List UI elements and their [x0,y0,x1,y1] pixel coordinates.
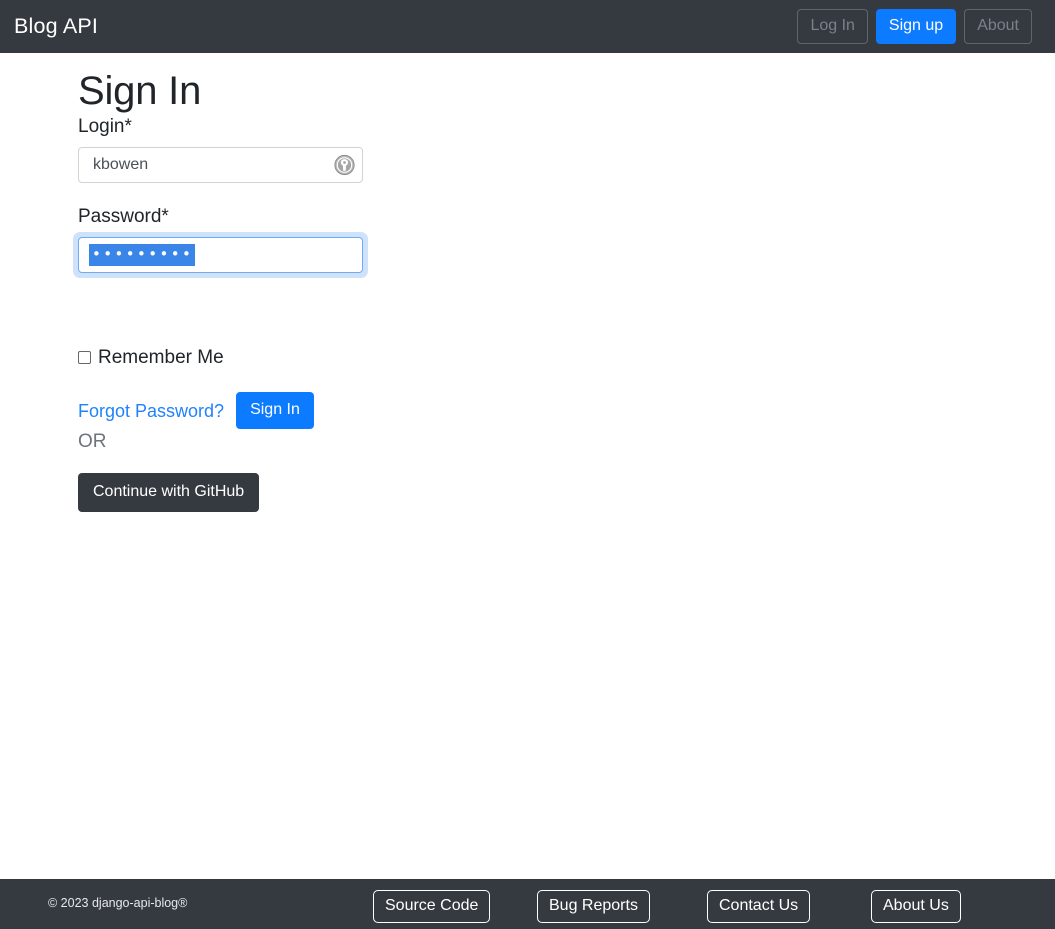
password-label: Password* [78,206,169,227]
footer: © 2023 django-api-blog® Source Code Bug … [0,879,1055,929]
brand-logo[interactable]: Blog API [14,15,98,38]
forgot-password-link[interactable]: Forgot Password? [78,402,224,420]
password-input[interactable]: ••••••••• [78,237,363,273]
remember-me-row[interactable]: Remember Me [78,348,224,367]
log-in-button[interactable]: Log In [797,9,868,44]
sign-up-button[interactable]: Sign up [875,9,957,44]
navbar: Blog API Log In Sign up About [0,0,1055,53]
about-button[interactable]: About [964,9,1032,44]
footer-copyright: © 2023 django-api-blog® [48,896,188,910]
login-input[interactable] [78,147,363,183]
password-masked-value: ••••••••• [89,244,196,266]
source-code-button[interactable]: Source Code [373,890,491,923]
sign-in-submit-button[interactable]: Sign In [236,392,314,429]
login-input-row [78,147,363,183]
field-spacer [78,183,378,207]
or-divider: OR [78,431,107,452]
key-circle-icon[interactable] [334,154,355,176]
password-input-row: ••••••••• [73,232,368,278]
login-label: Login* [78,116,132,137]
navbar-actions: Log In Sign up About [797,9,1041,44]
remember-me-checkbox[interactable] [78,351,91,364]
continue-with-github-button[interactable]: Continue with GitHub [78,473,260,512]
sign-in-form: Login* Password* ••••••••• R [73,116,378,512]
form-actions: Forgot Password? Sign In [78,392,314,429]
page-title: Sign In [78,69,202,113]
contact-us-button[interactable]: Contact Us [707,890,811,923]
about-us-button[interactable]: About Us [871,890,961,923]
remember-me-label[interactable]: Remember Me [98,348,224,367]
bug-reports-button[interactable]: Bug Reports [537,890,650,923]
